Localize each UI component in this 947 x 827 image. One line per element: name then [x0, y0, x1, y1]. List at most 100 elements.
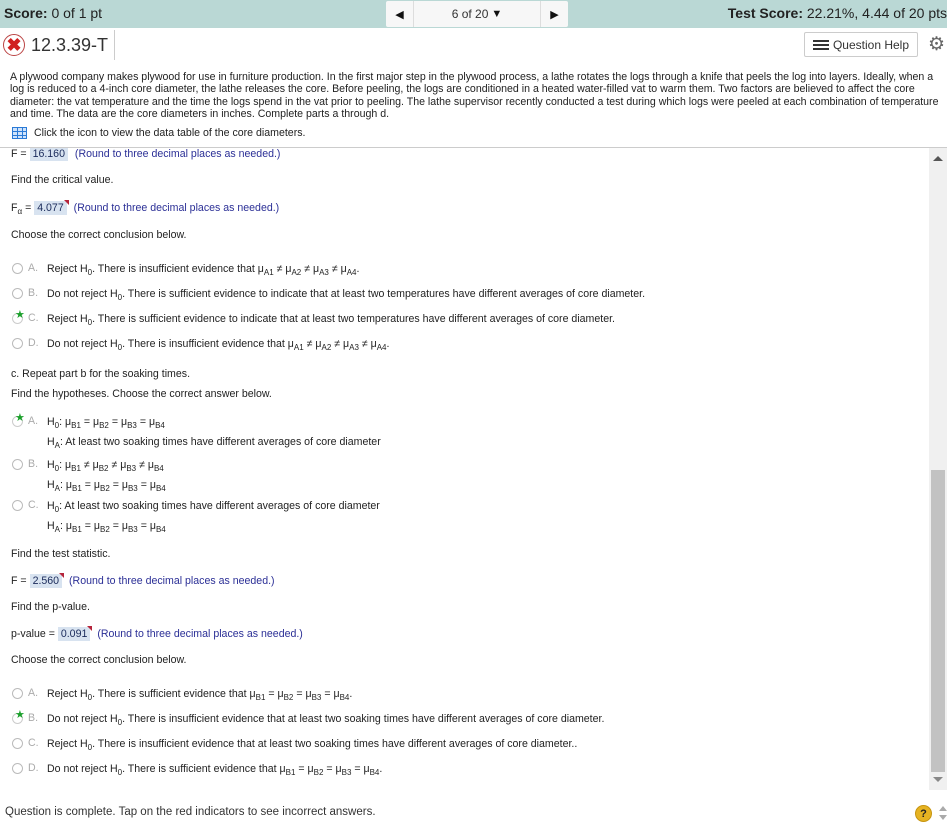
option-letter: C.	[28, 312, 39, 324]
alternative-hypothesis: HA: μB1 = μB2 = μB3 = μB4	[47, 479, 166, 493]
conclusion-b-option-d[interactable]: D. Do not reject H0. There is insufficien…	[12, 337, 389, 355]
question-help-button[interactable]: Question Help	[804, 32, 918, 57]
option-text: Reject H0. There is insufficient evidenc…	[47, 263, 360, 277]
rounding-hint: (Round to three decimal places as needed…	[69, 575, 275, 587]
null-hypothesis: H0: At least two soaking times have diff…	[47, 500, 380, 514]
footer-scroll-control[interactable]	[937, 800, 947, 827]
radio-button[interactable]	[12, 288, 23, 299]
correct-star-radio-icon[interactable]	[12, 411, 25, 427]
option-text: Reject H0. There is insufficient evidenc…	[47, 738, 578, 752]
radio-button[interactable]	[12, 338, 23, 349]
option-letter: A.	[28, 262, 39, 274]
scrollbar-thumb[interactable]	[931, 470, 945, 772]
header-divider	[114, 30, 115, 60]
score: Score: 0 of 1 pt	[4, 5, 102, 21]
option-letter: B.	[28, 287, 39, 299]
option-text: H0: At least two soaking times have diff…	[47, 499, 380, 537]
option-text: H0: μB1 = μB2 = μB3 = μB4 HA: At least tw…	[47, 415, 381, 453]
option-text: Reject H0. There is sufficient evidence …	[47, 688, 353, 702]
conclusion-prompt-b: Choose the correct conclusion below.	[11, 229, 187, 241]
table-grid-icon[interactable]	[12, 127, 27, 139]
vertical-scrollbar[interactable]	[929, 148, 947, 790]
option-text: Do not reject H0. There is sufficient ev…	[47, 288, 646, 302]
radio-button[interactable]	[12, 500, 23, 511]
data-table-link-row: Click the icon to view the data table of…	[12, 127, 305, 139]
option-letter: C.	[28, 499, 39, 511]
next-question-button[interactable]: ▶	[540, 1, 568, 27]
radio-button[interactable]	[12, 763, 23, 774]
triangle-right-icon: ▶	[550, 8, 559, 21]
question-navigator: ◀ 6 of 20 ▼ ▶	[386, 1, 568, 27]
radio-button[interactable]	[12, 459, 23, 470]
data-table-instruction: Click the icon to view the data table of…	[34, 127, 306, 139]
rounding-hint: (Round to three decimal places as needed…	[73, 202, 280, 214]
score-value: 0 of 1 pt	[51, 5, 103, 21]
scroll-down-arrow-icon[interactable]	[933, 777, 943, 782]
hypothesis-option-a[interactable]: A. H0: μB1 = μB2 = μB3 = μB4 HA: At least …	[12, 411, 381, 453]
radio-button[interactable]	[12, 263, 23, 274]
option-text: Do not reject H0. There is insufficient …	[47, 713, 605, 727]
list-icon	[812, 39, 829, 50]
rounding-hint: (Round to three decimal places as needed…	[97, 628, 303, 640]
footer-scroll-down-icon[interactable]	[939, 815, 947, 820]
critical-value-prompt: Find the critical value.	[11, 174, 114, 186]
conclusion-c-option-c[interactable]: C. Reject H0. There is insufficient evide…	[12, 737, 577, 755]
option-letter: D.	[28, 762, 39, 774]
conclusion-c-option-d[interactable]: D. Do not reject H0. There is sufficient …	[12, 762, 382, 780]
test-statistic-prompt: Find the test statistic.	[11, 548, 111, 560]
radio-button[interactable]	[12, 688, 23, 699]
null-hypothesis: H0: μB1 = μB2 = μB3 = μB4	[47, 416, 165, 430]
test-score-value: 22.21%, 4.44 of 20 pts	[806, 5, 947, 21]
radio-button[interactable]	[12, 738, 23, 749]
test-score: Test Score: 22.21%, 4.44 of 20 pts	[728, 5, 947, 21]
question-position-dropdown[interactable]: 6 of 20 ▼	[414, 1, 540, 27]
conclusion-b-option-c[interactable]: C. Reject H0. There is sufficient evidenc…	[12, 308, 615, 330]
correct-star-radio-icon[interactable]	[12, 308, 25, 324]
option-letter: A.	[28, 687, 39, 699]
option-text: Do not reject H0. There is insufficient …	[47, 338, 390, 352]
part-c-title: c. Repeat part b for the soaking times.	[11, 368, 191, 380]
option-letter: D.	[28, 337, 39, 349]
previous-question-button[interactable]: ◀	[386, 1, 414, 27]
hypothesis-option-b[interactable]: B. H0: μB1 ≠ μB2 ≠ μB3 ≠ μB4 HA: μB1 = μB2…	[12, 458, 166, 496]
conclusion-c-option-b[interactable]: B. Do not reject H0. There is insufficien…	[12, 708, 605, 730]
conclusion-b-option-a[interactable]: A. Reject H0. There is insufficient evide…	[12, 262, 359, 280]
correct-star-radio-icon[interactable]	[12, 708, 25, 724]
option-text: Reject H0. There is sufficient evidence …	[47, 313, 615, 327]
scroll-up-arrow-icon[interactable]	[933, 156, 943, 161]
rounding-hint: (Round to three decimal places as needed…	[74, 148, 281, 160]
answer-scroll-area: F = 16.160 (Round to three decimal place…	[0, 148, 930, 790]
f-statistic-b-row: F = 16.160 (Round to three decimal place…	[11, 148, 281, 161]
f-statistic-c-answer[interactable]: 2.560	[29, 573, 64, 588]
footer-scroll-up-icon[interactable]	[939, 806, 947, 811]
option-text: Do not reject H0. There is sufficient ev…	[47, 763, 383, 777]
option-letter: A.	[28, 415, 39, 427]
p-value-prompt: Find the p-value.	[11, 601, 90, 613]
triangle-left-icon: ◀	[395, 8, 404, 21]
conclusion-c-option-a[interactable]: A. Reject H0. There is sufficient evidenc…	[12, 687, 352, 705]
top-bar: Score: 0 of 1 pt ◀ 6 of 20 ▼ ▶ Test Scor…	[0, 0, 947, 28]
caret-down-icon: ▼	[491, 8, 503, 20]
p-value-answer[interactable]: 0.091	[57, 626, 92, 641]
option-letter: C.	[28, 737, 39, 749]
f-statistic-b-answer: 16.160	[29, 148, 68, 161]
help-question-icon[interactable]: ?	[915, 805, 932, 822]
f-statistic-c-row: F = 2.560 (Round to three decimal places…	[11, 573, 275, 588]
option-text: H0: μB1 ≠ μB2 ≠ μB3 ≠ μB4 HA: μB1 = μB2 =…	[47, 458, 166, 496]
question-id: 12.3.39-T	[31, 35, 109, 55]
conclusion-prompt-c: Choose the correct conclusion below.	[11, 654, 187, 666]
question-header: ✖ 12.3.39-T Question Help ⚙	[0, 28, 947, 64]
null-hypothesis: H0: μB1 ≠ μB2 ≠ μB3 ≠ μB4	[47, 459, 164, 473]
gear-icon[interactable]: ⚙	[928, 35, 945, 54]
completion-status: Question is complete. Tap on the red ind…	[5, 806, 376, 818]
alternative-hypothesis: HA: μB1 = μB2 = μB3 = μB4	[47, 520, 166, 534]
option-letter: B.	[28, 712, 39, 724]
alternative-hypothesis: HA: At least two soaking times have diff…	[47, 436, 381, 450]
hypothesis-option-c[interactable]: C. H0: At least two soaking times have di…	[12, 499, 380, 537]
conclusion-b-option-b[interactable]: B. Do not reject H0. There is sufficient …	[12, 287, 645, 305]
test-score-label: Test Score:	[727, 5, 803, 21]
critical-value-answer[interactable]: 4.077	[34, 200, 69, 215]
score-label: Score:	[4, 5, 48, 21]
incorrect-status-icon: ✖	[3, 34, 25, 56]
option-letter: B.	[28, 458, 39, 470]
